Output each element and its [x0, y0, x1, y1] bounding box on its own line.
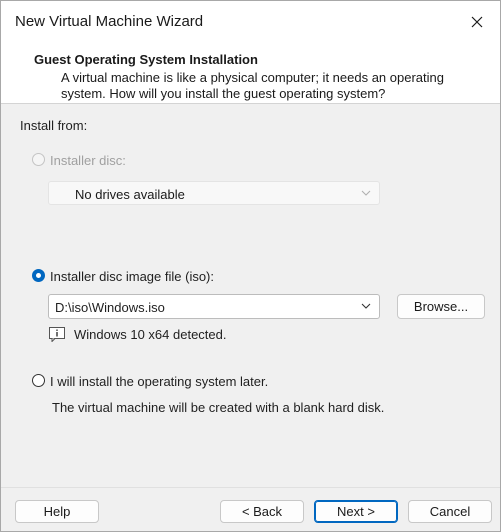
installer-disc-combo-value: No drives available — [75, 187, 185, 202]
detected-os-text: Windows 10 x64 detected. — [74, 327, 227, 342]
wizard-window: New Virtual Machine Wizard Guest Operati… — [0, 0, 501, 532]
close-button[interactable] — [454, 1, 500, 43]
install-from-label: Install from: — [20, 118, 88, 133]
installer-disc-label: Installer disc: — [50, 153, 126, 168]
iso-path-value: D:\iso\Windows.iso — [55, 300, 165, 315]
back-button[interactable]: < Back — [220, 500, 304, 523]
installer-disc-radio[interactable] — [32, 153, 45, 166]
blank-disk-note: The virtual machine will be created with… — [52, 400, 385, 415]
footer-divider — [1, 487, 500, 488]
window-title: New Virtual Machine Wizard — [15, 13, 204, 30]
wizard-header: Guest Operating System Installation A vi… — [1, 43, 500, 104]
cancel-button[interactable]: Cancel — [408, 500, 492, 523]
iso-image-label: Installer disc image file (iso): — [50, 269, 214, 284]
installer-disc-combo[interactable]: No drives available — [48, 181, 380, 205]
info-icon — [49, 327, 65, 342]
title-bar: New Virtual Machine Wizard — [1, 1, 500, 43]
page-title: Guest Operating System Installation — [34, 52, 258, 67]
install-later-radio[interactable] — [32, 374, 45, 387]
browse-button[interactable]: Browse... — [397, 294, 485, 319]
chevron-down-icon — [361, 190, 371, 196]
next-button[interactable]: Next > — [314, 500, 398, 523]
install-later-label: I will install the operating system late… — [50, 374, 269, 389]
page-description: A virtual machine is like a physical com… — [61, 70, 444, 101]
iso-path-combo[interactable]: D:\iso\Windows.iso — [48, 294, 380, 319]
iso-image-radio[interactable] — [32, 269, 45, 282]
close-icon — [471, 16, 483, 28]
chevron-down-icon — [361, 303, 371, 309]
help-button[interactable]: Help — [15, 500, 99, 523]
